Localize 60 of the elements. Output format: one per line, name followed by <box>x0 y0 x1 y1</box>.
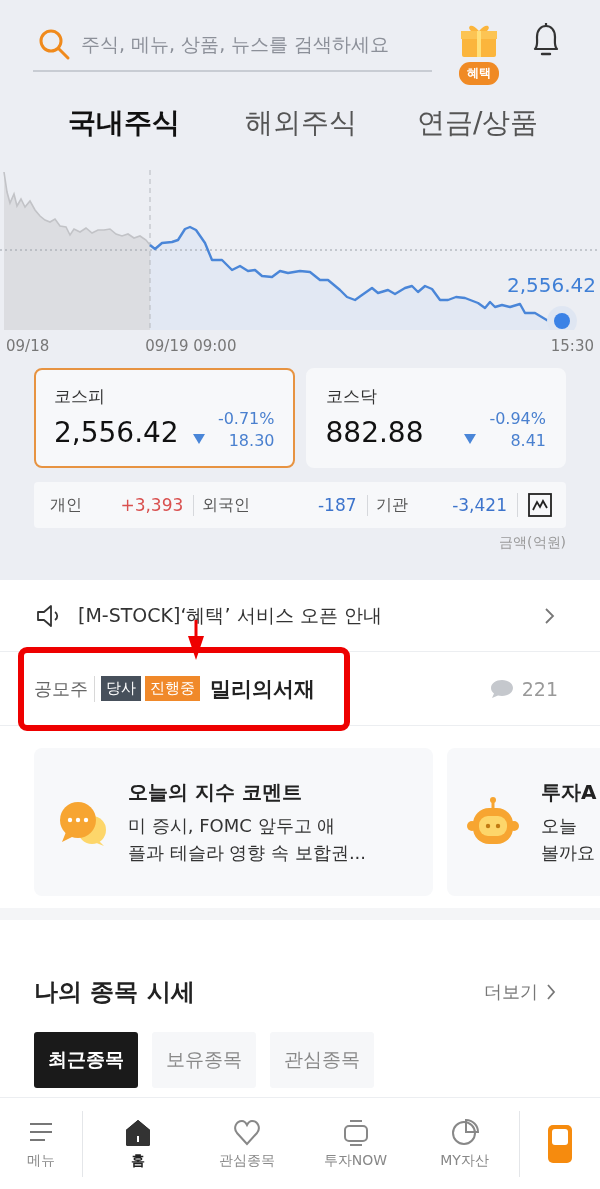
nav-item[interactable]: MY자산 <box>410 1110 519 1177</box>
axis-label: 09/18 <box>6 337 50 355</box>
ipo-name: 밀리의서재 <box>210 675 315 703</box>
index-card[interactable]: 코스닥 882.88 -0.94% 8.41 <box>305 368 566 468</box>
card-title: 투자A <box>541 778 597 806</box>
change-percent: -0.71% <box>217 408 275 430</box>
change-percent: -0.94% <box>489 408 546 430</box>
index-card[interactable]: 코스피 2,556.42 -0.71% 18.30 <box>34 368 295 468</box>
investor-label: 개인 <box>50 494 82 516</box>
benefit-badge: 혜택 <box>459 62 499 85</box>
change-value: 18.30 <box>228 430 275 452</box>
tv-icon <box>341 1117 370 1148</box>
card-text-line: 볼까요 <box>541 840 596 865</box>
ipo-category: 공모주 <box>34 676 88 701</box>
investor-value: -187 <box>318 495 357 515</box>
investor-value: -3,421 <box>452 495 507 515</box>
index-name: 코스피 <box>54 385 106 408</box>
chevron-right-icon <box>544 606 556 625</box>
phone-icon <box>546 1122 574 1165</box>
index-name: 코스닥 <box>325 385 378 408</box>
comment-count: 221 <box>521 677 558 700</box>
chevron-right-icon <box>546 983 556 1001</box>
search-field[interactable]: 주식, 메뉴, 상품, 뉴스를 검색하세요 <box>81 33 432 55</box>
market-tab[interactable]: 국내주식 <box>68 104 245 142</box>
home-icon <box>123 1117 152 1148</box>
market-tab[interactable]: 해외주식 <box>245 104 417 142</box>
unit-note: 금액(억원) <box>498 533 567 552</box>
nav-item[interactable]: 투자NOW <box>301 1110 410 1177</box>
more-link[interactable]: 더보기 <box>484 980 556 1004</box>
nav-item[interactable]: 홈 <box>82 1110 192 1177</box>
nav-item[interactable]: 메뉴 <box>0 1110 82 1177</box>
investor-label: 기관 <box>375 494 408 516</box>
investor-label: 외국인 <box>202 494 251 516</box>
change-value: 8.41 <box>510 430 546 452</box>
market-tab[interactable]: 연금/상품 <box>417 104 589 142</box>
comment-card[interactable]: 투자A 오늘 볼까요 <box>447 748 600 896</box>
card-title: 오늘의 지수 코멘트 <box>128 778 303 806</box>
investor-value: +3,393 <box>120 495 184 515</box>
filter-chip[interactable]: 보유종목 <box>152 1032 256 1088</box>
index-value: 882.88 <box>325 415 424 449</box>
index-value: 2,556.42 <box>54 415 179 449</box>
axis-label: 09/19 09:00 <box>145 337 237 355</box>
card-text-line: 오늘 <box>541 813 578 838</box>
notice-text: [M-STOCK]‘혜택’ 서비스 오픈 안내 <box>78 602 382 628</box>
card-text-line: 플과 테슬라 영향 속 보합권... <box>128 840 367 865</box>
comment-card[interactable]: 오늘의 지수 코멘트 미 증시, FOMC 앞두고 애 플과 테슬라 영향 속 보합권... <box>34 748 433 896</box>
card-text-line: 미 증시, FOMC 앞두고 애 <box>128 813 337 838</box>
filter-chip[interactable]: 관심종목 <box>270 1032 374 1088</box>
pie-chart-icon <box>450 1117 479 1148</box>
status-tag: 진행중 <box>145 676 200 701</box>
heart-icon <box>232 1117 261 1148</box>
nav-item[interactable]: 관심종목 <box>192 1110 301 1177</box>
search-icon <box>37 27 71 61</box>
section-title: 나의 종목 시세 <box>34 977 195 1008</box>
status-tag: 당사 <box>101 676 141 701</box>
last-value-label: 2,556.42 <box>506 273 596 297</box>
axis-label: 15:30 <box>550 337 594 355</box>
line-chart-icon[interactable] <box>528 493 552 517</box>
filter-chip[interactable]: 최근종목 <box>34 1032 138 1088</box>
comment-icon <box>489 678 514 699</box>
